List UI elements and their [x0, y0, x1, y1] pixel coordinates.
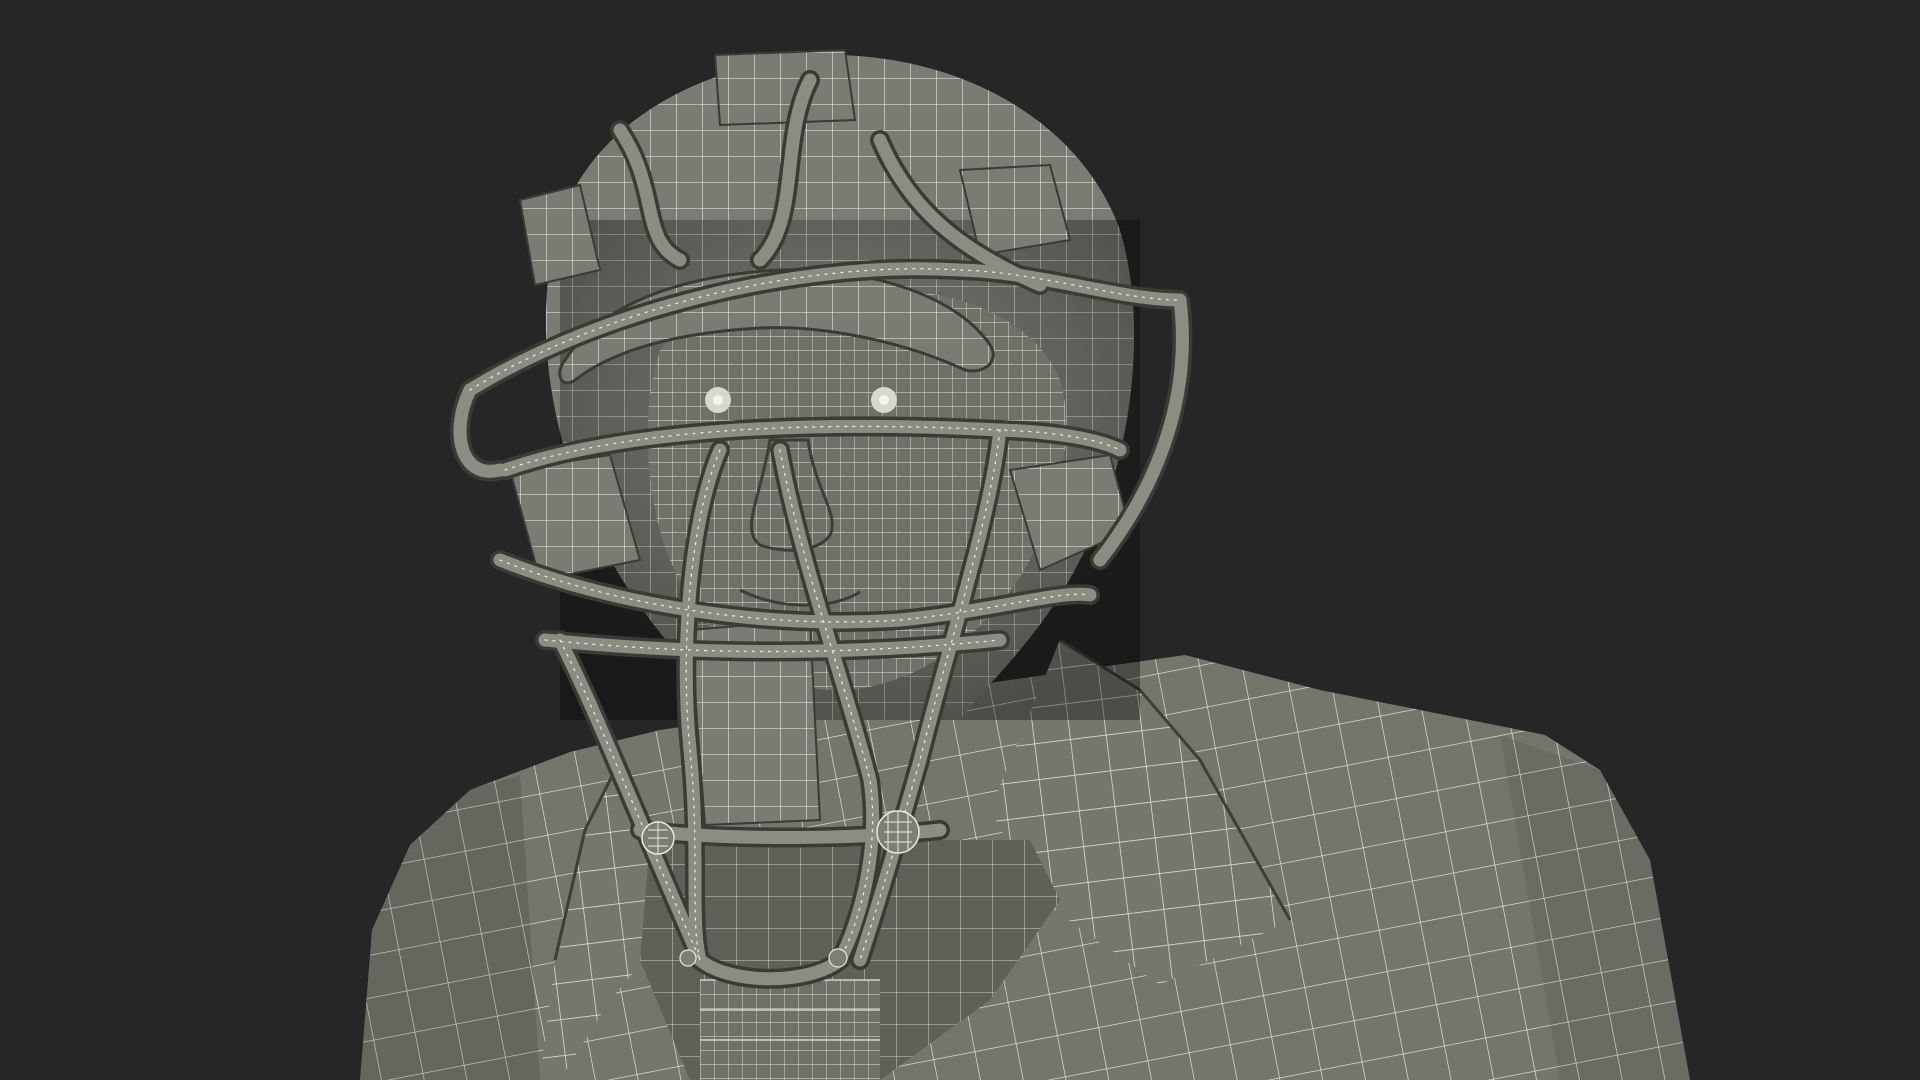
wireframe-render-image [360, 48, 1690, 1080]
render-viewport [0, 0, 1920, 1080]
